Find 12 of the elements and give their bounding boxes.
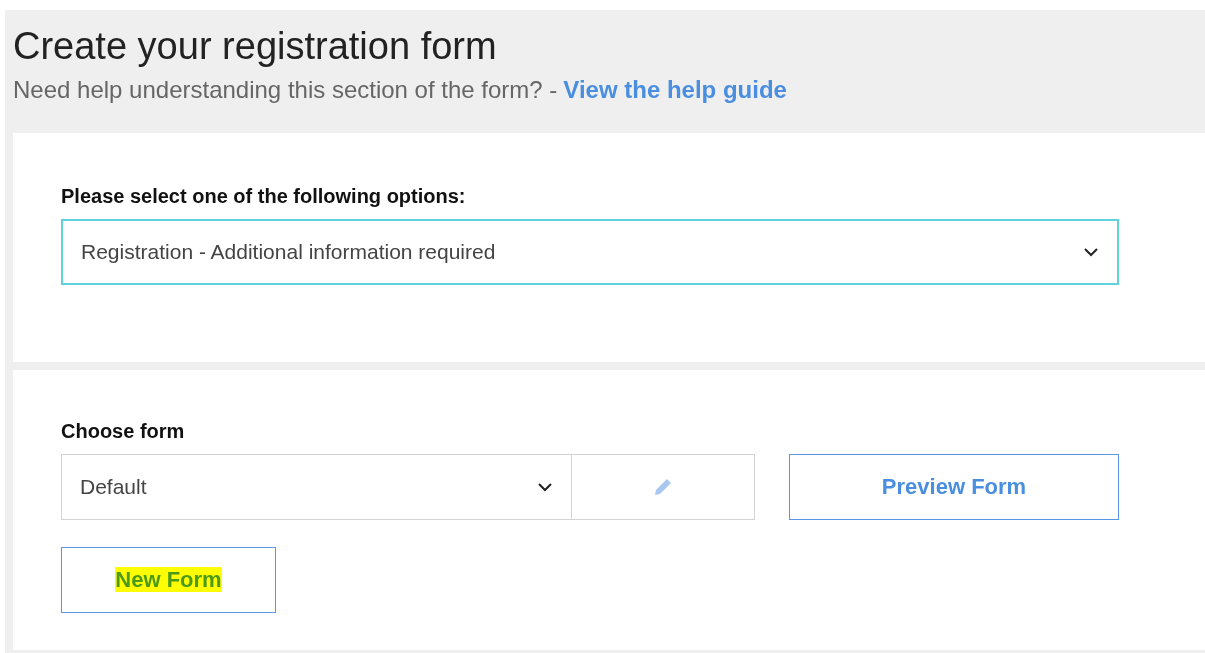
new-form-button[interactable]: New Form	[61, 547, 276, 613]
form-select[interactable]: Default	[61, 454, 572, 520]
chevron-down-icon	[537, 482, 553, 492]
preview-form-button[interactable]: Preview Form	[789, 454, 1119, 520]
chevron-down-icon	[1083, 247, 1099, 257]
help-link[interactable]: View the help guide	[563, 76, 787, 103]
page-title: Create your registration form	[13, 24, 498, 69]
field-label: Choose form	[61, 420, 186, 443]
option-select[interactable]: Registration - Additional information required	[61, 219, 1119, 285]
field-label: Please select one of the following options:	[61, 185, 467, 208]
help-text: Need help understanding this section of the form? -	[13, 76, 558, 103]
pencil-icon	[652, 476, 674, 498]
